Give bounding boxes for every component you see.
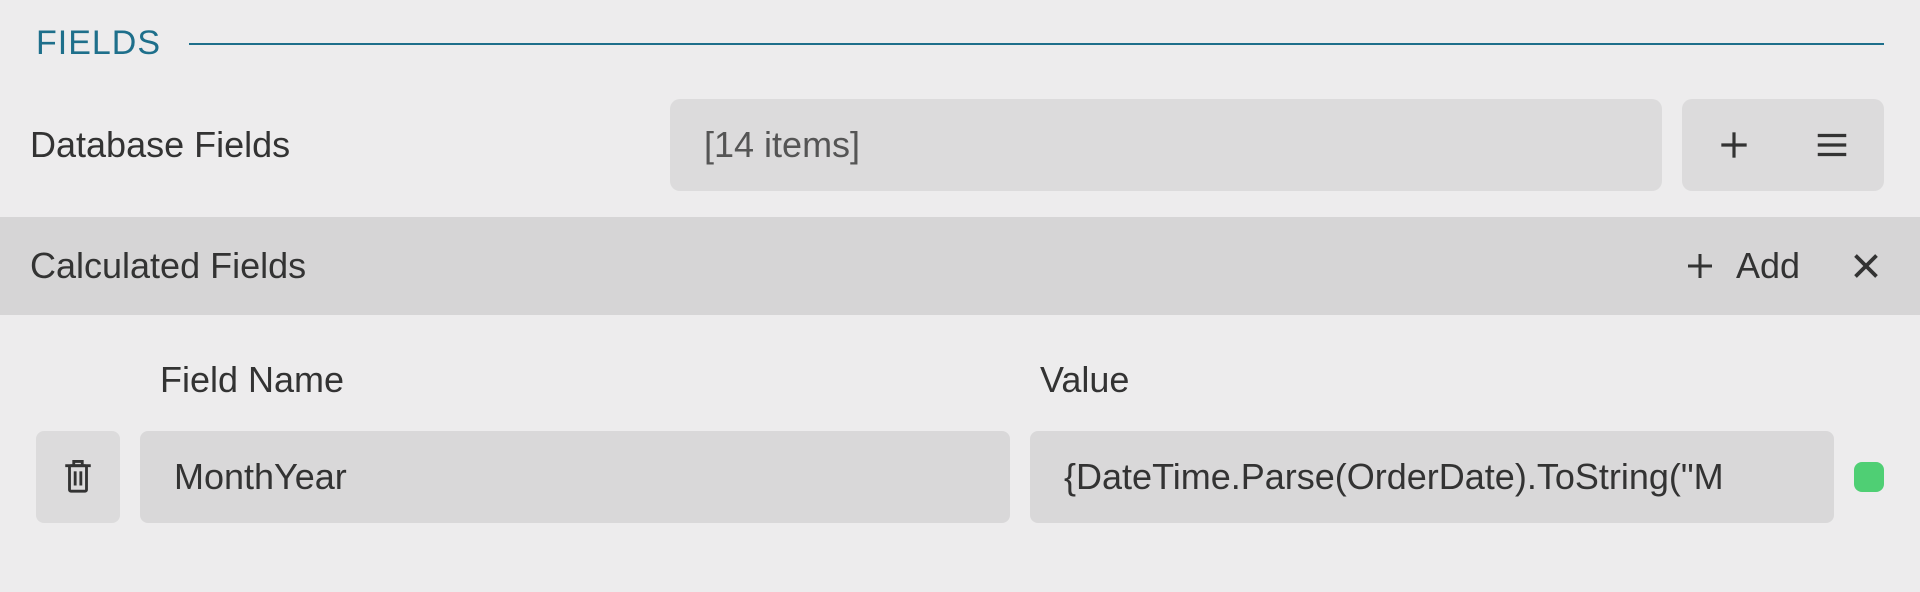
field-name-text: MonthYear	[174, 456, 347, 498]
database-fields-summary-text: [14 items]	[704, 124, 860, 166]
field-value-text: {DateTime.Parse(OrderDate).ToString("M	[1064, 456, 1724, 498]
plus-icon	[1715, 126, 1753, 164]
column-header-field-name: Field Name	[160, 359, 1040, 401]
calculated-field-row: MonthYear {DateTime.Parse(OrderDate).ToS…	[0, 431, 1920, 547]
fields-section-title: FIELDS	[36, 24, 161, 63]
divider-line	[189, 43, 1884, 45]
delete-field-button[interactable]	[36, 431, 120, 523]
close-calculated-fields-button[interactable]	[1848, 248, 1884, 284]
add-database-field-button[interactable]	[1688, 99, 1780, 191]
database-fields-menu-button[interactable]	[1786, 99, 1878, 191]
calculated-fields-header: Calculated Fields Add	[0, 217, 1920, 315]
hamburger-icon	[1813, 126, 1851, 164]
fields-section-header: FIELDS	[0, 0, 1920, 75]
field-value-input[interactable]: {DateTime.Parse(OrderDate).ToString("M	[1030, 431, 1834, 523]
close-icon	[1848, 248, 1884, 284]
trash-icon	[61, 457, 95, 497]
add-calculated-field-button[interactable]: Add	[1682, 245, 1800, 287]
calculated-fields-label: Calculated Fields	[30, 245, 1682, 287]
field-name-input[interactable]: MonthYear	[140, 431, 1010, 523]
database-fields-actions	[1682, 99, 1884, 191]
calculated-fields-column-headers: Field Name Value	[0, 315, 1920, 431]
database-fields-summary[interactable]: [14 items]	[670, 99, 1662, 191]
add-label: Add	[1736, 245, 1800, 287]
valid-status-indicator	[1854, 462, 1884, 492]
database-fields-label: Database Fields	[30, 124, 650, 166]
database-fields-row: Database Fields [14 items]	[0, 75, 1920, 217]
column-header-value: Value	[1040, 359, 1884, 401]
plus-icon	[1682, 248, 1718, 284]
